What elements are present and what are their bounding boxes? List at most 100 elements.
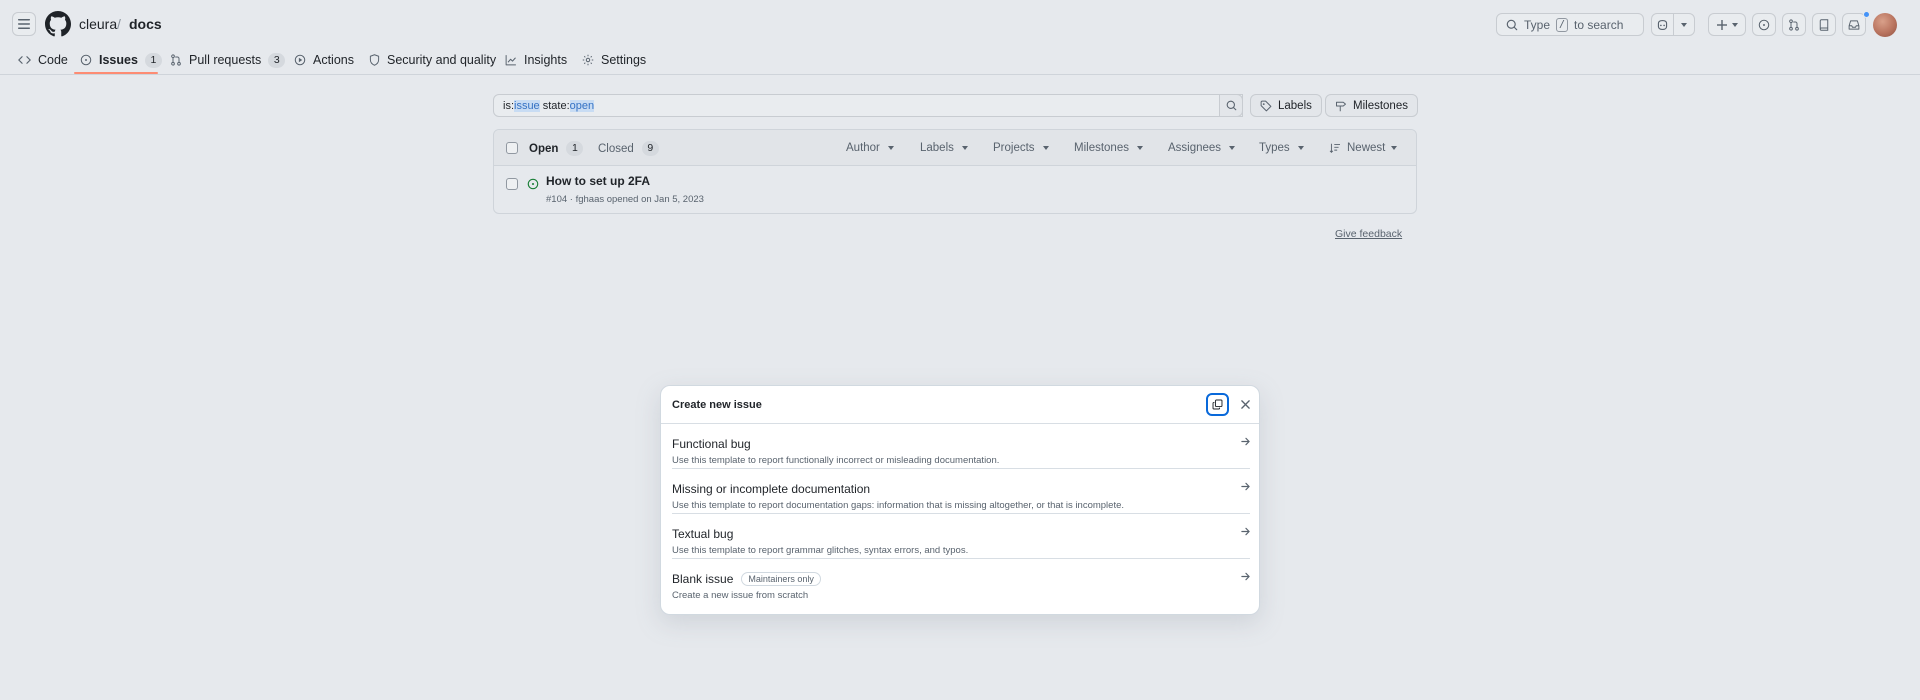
tab-issues[interactable]: Issues 1 — [80, 45, 162, 75]
template-missing-documentation[interactable]: Missing or incomplete documentation Use … — [672, 469, 1250, 514]
arrow-right-icon — [1241, 482, 1250, 491]
select-all-checkbox[interactable] — [506, 142, 518, 154]
template-description: Create a new issue from scratch — [672, 590, 809, 601]
tab-security[interactable]: Security and quality — [369, 45, 496, 75]
query-is-value: issue — [514, 99, 540, 112]
labels-button[interactable]: Labels — [1250, 94, 1322, 117]
table-row[interactable]: How to set up 2FA #104 · fghaas opened o… — [494, 166, 1416, 214]
labels-filter[interactable]: Labels — [920, 142, 968, 154]
filter-search-button[interactable] — [1219, 94, 1243, 117]
chevron-down-icon — [1229, 146, 1236, 150]
template-name: Functional bug — [672, 437, 751, 451]
copilot-icon — [1657, 19, 1667, 30]
projects-filter[interactable]: Projects — [993, 142, 1049, 154]
dialog-title: Create new issue — [672, 399, 762, 411]
tag-icon — [1260, 100, 1272, 111]
chevron-down-icon — [1391, 146, 1398, 150]
repo-navigation: Code Issues 1 Pull requests 3 Actions Se… — [0, 45, 1920, 75]
types-filter-label: Types — [1259, 142, 1290, 154]
tab-settings-label: Settings — [601, 53, 647, 67]
create-new-button[interactable] — [1708, 13, 1746, 36]
author-filter-label: Author — [846, 142, 880, 154]
issue-title-link[interactable]: How to set up 2FA — [546, 174, 650, 188]
tab-actions[interactable]: Actions — [294, 45, 354, 75]
arrow-right-icon — [1241, 572, 1250, 581]
milestones-button[interactable]: Milestones — [1325, 94, 1418, 117]
issues-shortcut-button[interactable] — [1752, 13, 1776, 36]
template-name: Textual bug — [672, 527, 733, 541]
copilot-menu-button[interactable] — [1674, 22, 1695, 27]
close-dialog-button[interactable] — [1236, 395, 1255, 414]
issue-opened-icon — [80, 54, 92, 66]
git-pull-request-icon — [171, 54, 181, 66]
sort-filter[interactable]: Newest — [1329, 142, 1398, 154]
author-filter[interactable]: Author — [846, 142, 894, 154]
template-functional-bug[interactable]: Functional bug Use this template to repo… — [672, 424, 1250, 469]
template-name: Blank issue Maintainers only — [672, 572, 821, 586]
plus-icon — [1716, 19, 1727, 30]
chevron-down-icon — [1136, 146, 1143, 150]
open-issues-tab[interactable]: Open 1 — [529, 141, 584, 156]
assignees-filter[interactable]: Assignees — [1168, 142, 1236, 154]
copilot-button-group[interactable] — [1651, 13, 1695, 36]
tab-code[interactable]: Code — [18, 45, 68, 75]
types-filter[interactable]: Types — [1259, 142, 1304, 154]
copilot-button[interactable] — [1652, 19, 1673, 31]
chevron-down-icon — [1731, 22, 1738, 27]
issues-list: Open 1 Closed 9 Author Labels Projects M… — [493, 129, 1417, 214]
graph-icon — [505, 55, 516, 66]
sort-desc-icon — [1329, 143, 1340, 153]
projects-filter-label: Projects — [993, 142, 1035, 154]
breadcrumb-repo[interactable]: docs — [129, 16, 162, 32]
issue-opened-icon — [1758, 19, 1770, 30]
tab-insights-label: Insights — [524, 53, 568, 67]
user-avatar[interactable] — [1873, 13, 1897, 37]
tab-settings[interactable]: Settings — [582, 45, 646, 75]
github-logo-icon[interactable] — [45, 11, 71, 37]
template-blank-issue[interactable]: Blank issue Maintainers only Create a ne… — [672, 559, 1250, 604]
inbox-icon — [1848, 19, 1860, 30]
template-name-text: Missing or incomplete documentation — [672, 482, 871, 496]
close-icon — [1241, 400, 1250, 409]
milestones-filter-label: Milestones — [1074, 142, 1129, 154]
template-textual-bug[interactable]: Textual bug Use this template to report … — [672, 514, 1250, 559]
gear-icon — [582, 54, 594, 66]
breadcrumb-owner[interactable]: cleura — [79, 16, 117, 32]
active-tab-indicator — [74, 72, 158, 74]
template-name-text: Textual bug — [672, 527, 734, 541]
query-state-value: open — [569, 99, 595, 112]
tab-pull-requests[interactable]: Pull requests 3 — [170, 45, 286, 75]
chevron-down-icon — [961, 146, 968, 150]
copy-icon — [1212, 399, 1223, 410]
chevron-down-icon — [1680, 22, 1687, 27]
global-search-input[interactable]: Type / to search — [1496, 13, 1644, 36]
copy-link-button[interactable] — [1206, 393, 1229, 416]
issues-filter-input[interactable]: is: issue state: open — [493, 94, 1243, 117]
inbox-button[interactable] — [1842, 13, 1866, 36]
issue-checkbox[interactable] — [506, 178, 518, 190]
code-icon — [18, 56, 31, 64]
template-name-text: Functional bug — [672, 437, 751, 451]
template-description: Use this template to report documentatio… — [672, 500, 1125, 511]
repo-icon — [1819, 18, 1829, 31]
tab-code-label: Code — [38, 53, 68, 67]
query-is-key: is: — [503, 99, 514, 112]
search-icon — [1226, 100, 1236, 111]
search-placeholder-suffix: to search — [1574, 17, 1624, 32]
give-feedback-link[interactable]: Give feedback — [1335, 228, 1402, 240]
pull-requests-shortcut-button[interactable] — [1782, 13, 1806, 36]
issue-meta: #104 · fghaas opened on Jan 5, 2023 — [546, 194, 704, 205]
closed-issues-tab[interactable]: Closed 9 — [598, 141, 659, 156]
search-shortcut-key: / — [1556, 17, 1569, 32]
tab-insights[interactable]: Insights — [505, 45, 567, 75]
labels-button-label: Labels — [1278, 99, 1312, 112]
template-name: Missing or incomplete documentation — [672, 482, 870, 496]
create-issue-dialog: Create new issue Functional bug Use this… — [660, 385, 1260, 615]
arrow-right-icon — [1241, 527, 1250, 536]
repositories-shortcut-button[interactable] — [1812, 13, 1836, 36]
menu-button[interactable] — [12, 12, 36, 36]
search-placeholder-prefix: Type — [1524, 17, 1551, 32]
open-issues-label: Open — [529, 142, 559, 155]
closed-issues-count: 9 — [641, 141, 659, 156]
milestones-filter[interactable]: Milestones — [1074, 142, 1143, 154]
